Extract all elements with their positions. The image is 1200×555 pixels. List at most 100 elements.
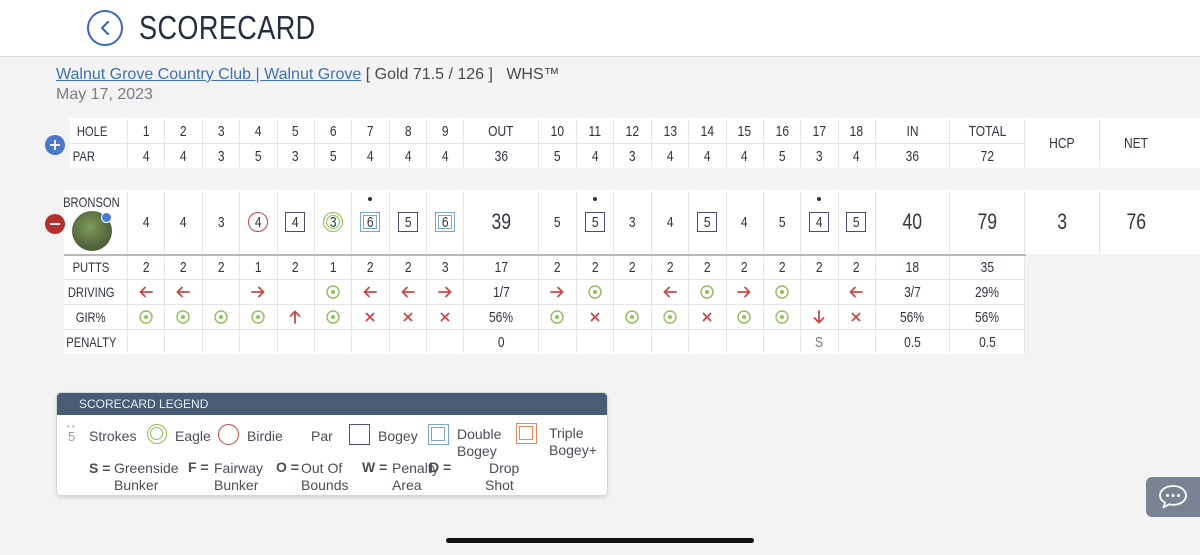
hole-score[interactable]: 3 [207,208,235,236]
par-out-text: 36 [494,147,508,165]
hole-score[interactable]: 4 [132,208,160,236]
hole-number-text: 2 [179,122,187,140]
hole-par-text: 3 [815,147,823,165]
column-divider [202,191,203,253]
hole-par-text: 4 [441,147,449,165]
par-total: 72 [969,145,1005,167]
hole-par: 3 [614,145,650,167]
column-divider [1099,119,1100,167]
birdie-marker-icon [218,424,239,445]
putts-value: 2 [352,256,388,278]
back-button[interactable] [87,10,123,46]
legend-w-key: W = [362,459,388,475]
player-net-text: 76 [1126,209,1146,234]
gir-out-text: 56% [488,308,514,326]
hole-number-text: 8 [404,122,412,140]
expand-button[interactable] [45,135,65,155]
hole-number: 14 [689,120,725,142]
header-bar: SCORECARD [0,0,1200,57]
driving-in-text: 3/7 [903,283,921,301]
round-date: May 17, 2023 [56,86,153,103]
column-divider [726,191,727,253]
hole-score[interactable]: 6 [431,208,459,236]
hole-score[interactable]: 4 [281,208,309,236]
hole-score[interactable]: 5 [394,208,422,236]
hole-par-text: 4 [142,147,150,165]
chat-button[interactable] [1146,477,1200,517]
hole-par: 3 [277,145,313,167]
hole-score[interactable]: 4 [244,208,272,236]
legend-eagle: Eagle [175,428,211,444]
putts-value: 2 [165,256,201,278]
player-name: BRONSON [62,194,120,210]
gir-in-text: 56% [899,308,925,326]
stroke-dot-icon [368,197,372,201]
arrow-right-icon [734,282,754,302]
course-link[interactable]: Walnut Grove Country Club | Walnut Grove [56,66,361,83]
putts-label: PUTTS [72,259,110,275]
target-hit-icon [547,307,567,327]
putts-value: 2 [689,256,725,278]
hole-score[interactable]: 4 [656,208,684,236]
par-marker: 3 [217,213,225,231]
hole-score[interactable]: 5 [842,208,870,236]
hole-score[interactable]: 4 [730,208,758,236]
putts-value-text: 2 [815,258,823,276]
hole-par: 4 [689,145,725,167]
target-hit-icon [734,307,754,327]
penalty-value [128,331,164,353]
putts-value-text: 2 [778,258,786,276]
putts-value: 2 [277,256,313,278]
hole-score[interactable]: 6 [356,208,384,236]
par-marker: 4 [142,213,150,231]
driving-out: 1/7 [483,281,519,303]
legend-double-1: Double [457,426,502,442]
hole-number-text: 9 [441,122,449,140]
hole-par-text: 3 [628,147,636,165]
putts-value: 2 [203,256,239,278]
hole-par: 5 [764,145,800,167]
hole-score[interactable]: 5 [693,208,721,236]
putts-value-text: 2 [703,258,711,276]
putts-value: 2 [577,256,613,278]
hole-score[interactable]: 5 [581,208,609,236]
hole-number: 8 [390,120,426,142]
hole-number-text: 4 [254,122,262,140]
target-hit-icon [136,307,156,327]
hole-par: 5 [539,145,575,167]
hole-number: 9 [427,120,463,142]
hole-par-text: 5 [778,147,786,165]
miss-x-icon [697,307,717,327]
stroke-dot-icon [593,197,597,201]
hole-par-text: 4 [852,147,860,165]
arrow-right-icon [547,282,567,302]
strokes-sample: • • 5 [67,422,76,444]
putts-value-text: 3 [441,258,449,276]
hole-score[interactable]: 4 [805,208,833,236]
hole-par: 5 [240,145,276,167]
putts-value-text: 2 [628,258,636,276]
column-divider [1024,119,1025,167]
penalty-value [726,331,762,353]
penalty-value [352,331,388,353]
penalty-value [315,331,351,353]
hole-score[interactable]: 3 [319,208,347,236]
putts-value-text: 2 [366,258,374,276]
hole-number-text: 10 [550,122,564,140]
driving-total: 29% [969,281,1005,303]
hole-number: 5 [277,120,313,142]
hole-score[interactable]: 5 [543,208,571,236]
score-out-text: 39 [491,209,511,234]
penalty-value [577,331,613,353]
hole-score[interactable]: 3 [618,208,646,236]
target-hit-icon [772,282,792,302]
par-total-text: 72 [980,147,994,165]
penalty-value [427,331,463,353]
column-divider [164,191,165,253]
penalty-value [165,331,201,353]
arrow-left-icon [173,282,193,302]
hole-score[interactable]: 4 [169,208,197,236]
collapse-button[interactable] [45,214,65,234]
column-divider [688,191,689,253]
hole-score[interactable]: 5 [768,208,796,236]
